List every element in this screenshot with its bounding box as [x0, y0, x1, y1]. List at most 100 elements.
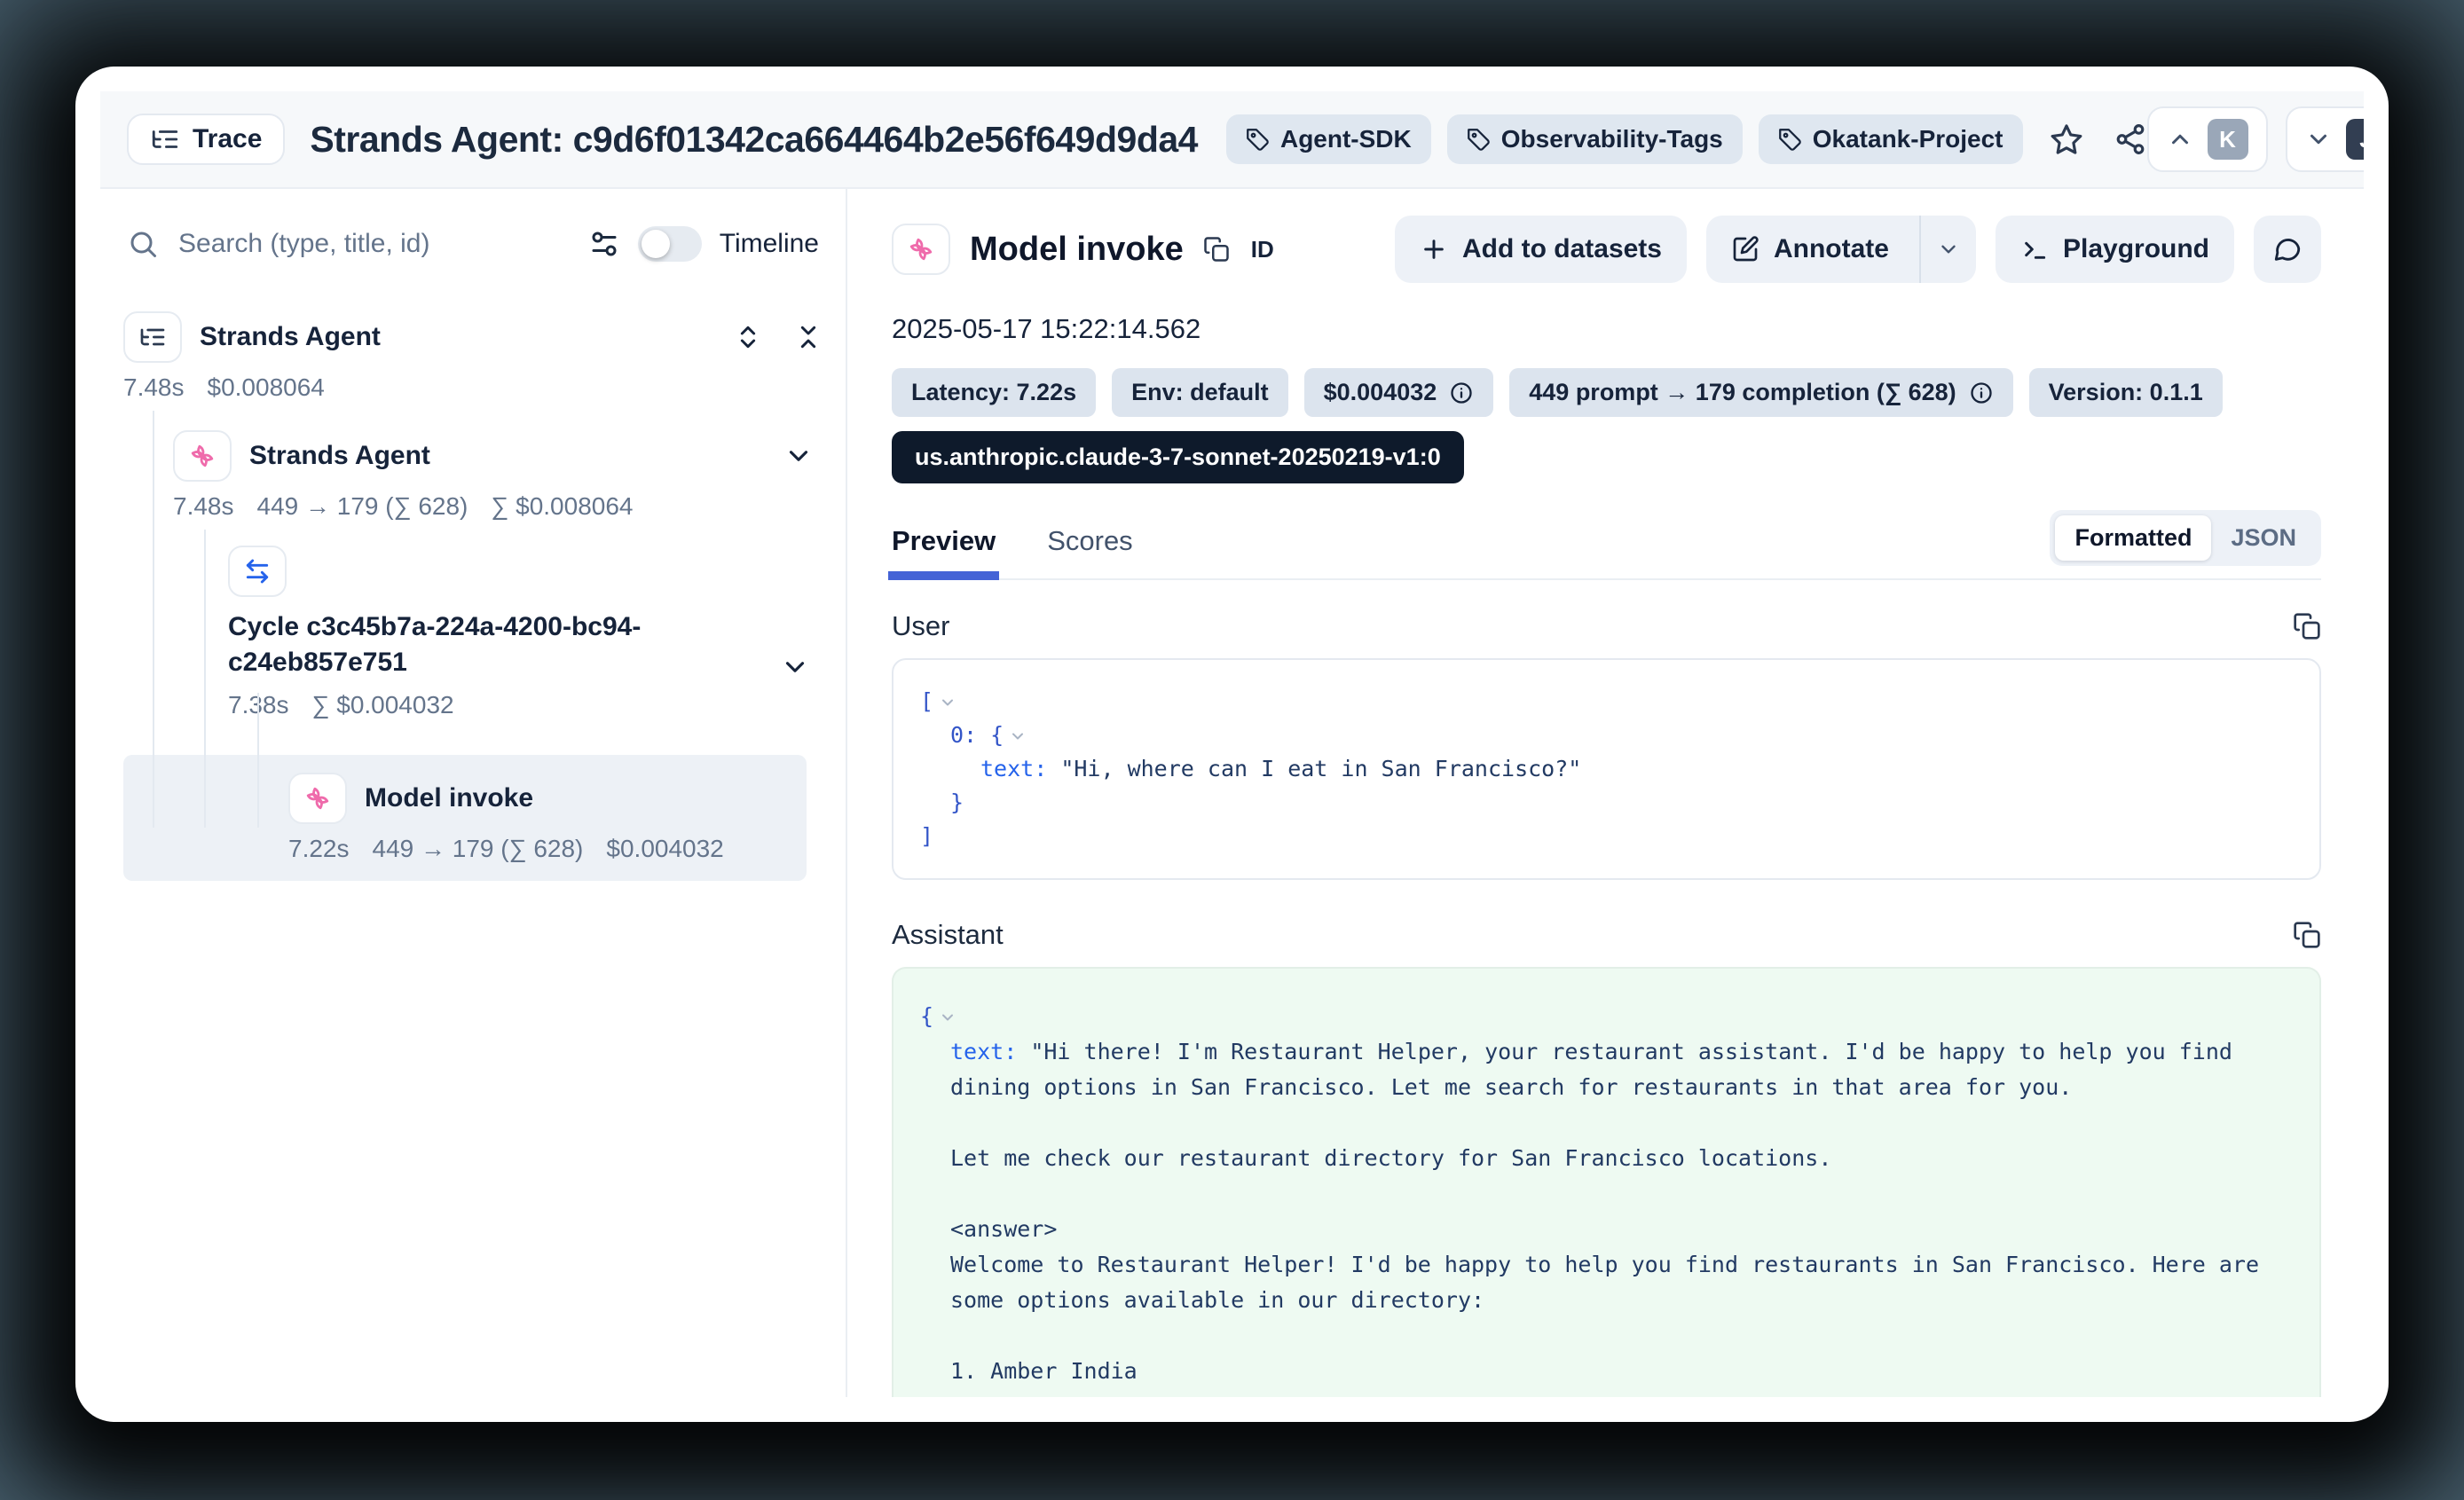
page-title: Strands Agent: c9d6f01342ca664464b2e56f6… [310, 119, 1198, 161]
collapse-all-icon[interactable] [794, 323, 823, 351]
tag-badge[interactable]: Okatank-Project [1759, 114, 2023, 164]
node-cost: $0.004032 [606, 835, 723, 863]
chevron-up-icon [2167, 126, 2193, 153]
collapse-chevron-icon[interactable] [1009, 727, 1027, 745]
collapse-chevron-icon[interactable] [939, 1009, 956, 1026]
node-duration: 7.22s [288, 835, 350, 863]
tree-node-model-invoke-selected[interactable]: Model invoke 7.22s 449 → 179 (∑ 628) $0.… [123, 755, 807, 881]
model-name-badge[interactable]: us.anthropic.claude-3-7-sonnet-20250219-… [892, 431, 1464, 483]
tree-node-title: Model invoke [365, 783, 533, 813]
tab-preview[interactable]: Preview [892, 525, 996, 578]
app-window: Trace Strands Agent: c9d6f01342ca664464b… [75, 67, 2389, 1422]
prev-observation-button[interactable]: K [2147, 106, 2268, 172]
copy-icon[interactable] [2293, 921, 2321, 949]
add-to-datasets-button[interactable]: Add to datasets [1395, 216, 1687, 283]
trace-node-badge [123, 311, 182, 363]
annotate-dropdown-caret[interactable] [1919, 216, 1976, 283]
assistant-section-title: Assistant [892, 919, 1004, 951]
observation-tree: Strands Agent 7.48s $0.008064 [100, 311, 846, 881]
version-badge: Version: 0.1.1 [2029, 368, 2223, 417]
tree-node-title: Strands Agent [200, 322, 381, 352]
json-open-bracket: [ [920, 688, 933, 714]
comments-button[interactable] [2254, 216, 2321, 283]
tag-badge[interactable]: Agent-SDK [1226, 114, 1431, 164]
cycle-node-badge [228, 546, 287, 597]
env-badge: Env: default [1112, 368, 1288, 417]
next-observation-button[interactable]: J [2286, 106, 2365, 172]
node-tokens: 449 → 179 (∑ 628) [257, 492, 468, 521]
token-usage-badge[interactable]: 449 prompt → 179 completion (∑ 628) [1509, 368, 2012, 417]
node-duration: 7.48s [123, 373, 185, 402]
tag-label: Okatank-Project [1813, 125, 2003, 153]
tree-node-cycle[interactable]: Cycle c3c45b7a-224a-4200-bc94-c24eb857e7… [228, 546, 823, 719]
tag-badge[interactable]: Observability-Tags [1447, 114, 1743, 164]
observation-timestamp: 2025-05-17 15:22:14.562 [892, 313, 2321, 345]
collapse-chevron-icon[interactable] [939, 694, 956, 711]
filter-sliders-icon[interactable] [588, 228, 620, 260]
add-to-datasets-label: Add to datasets [1462, 234, 1662, 264]
generation-node-badge [288, 773, 347, 824]
share-icon[interactable] [2114, 122, 2147, 156]
json-close-bracket: ] [920, 823, 933, 849]
json-open-brace: { [920, 1003, 933, 1029]
format-option-formatted[interactable]: Formatted [2055, 515, 2211, 561]
node-cost: $0.008064 [208, 373, 325, 402]
agent-node-badge [173, 430, 232, 482]
tag-label: Agent-SDK [1280, 125, 1412, 153]
tree-node-agent[interactable]: Strands Agent 7.48s 449 → 179 (∑ 628) ∑ … [173, 430, 823, 521]
edit-pen-icon [1731, 235, 1759, 263]
star-icon[interactable] [2050, 122, 2083, 156]
copy-icon[interactable] [2293, 612, 2321, 640]
playground-button[interactable]: Playground [1996, 216, 2234, 283]
tree-guide-line [257, 693, 259, 828]
annotate-label: Annotate [1774, 234, 1889, 264]
json-key: text: [950, 1039, 1017, 1064]
tree-node-title: Cycle c3c45b7a-224a-4200-bc94-c24eb857e7… [228, 609, 752, 680]
pinwheel-icon [906, 234, 936, 264]
json-item-close: } [950, 789, 964, 815]
copy-id-icon[interactable] [1203, 236, 1230, 263]
observation-detail-panel: Model invoke ID Add to datasets Annotate [849, 189, 2364, 1397]
chevron-down-icon[interactable] [783, 441, 814, 471]
pinwheel-icon [303, 783, 333, 813]
tree-node-trace-root[interactable]: Strands Agent 7.48s $0.008064 [123, 311, 823, 402]
user-section-title: User [892, 610, 949, 642]
search-input[interactable] [177, 228, 571, 260]
generation-node-badge [892, 224, 950, 275]
info-icon [1449, 381, 1474, 405]
chevron-down-icon [2305, 126, 2332, 153]
list-tree-icon [138, 323, 167, 351]
tree-guide-line [204, 530, 206, 828]
observation-title: Model invoke [970, 231, 1184, 269]
info-icon [1969, 381, 1994, 405]
node-duration: 7.48s [173, 492, 234, 521]
format-toggle: Formatted JSON [2050, 510, 2321, 566]
node-cost: ∑ $0.008064 [491, 492, 633, 521]
tab-scores[interactable]: Scores [1047, 525, 1132, 578]
chevron-down-icon[interactable] [780, 652, 810, 682]
tag-icon [1246, 128, 1270, 152]
trace-detail-view: Trace Strands Agent: c9d6f01342ca664464b… [100, 91, 2364, 1397]
tag-icon [1467, 128, 1491, 152]
list-tree-icon [150, 124, 180, 154]
json-key: text: [980, 756, 1047, 781]
cost-badge[interactable]: $0.004032 [1304, 368, 1494, 417]
trace-tags: Agent-SDK Observability-Tags Okatank-Pro… [1226, 114, 2023, 164]
user-message-panel: [ 0: { text: "Hi, where can I eat in San… [892, 658, 2321, 880]
expand-all-icon[interactable] [734, 323, 762, 351]
latency-badge: Latency: 7.22s [892, 368, 1096, 417]
node-tokens: 449 → 179 (∑ 628) [373, 835, 584, 863]
trace-badge-label: Trace [193, 124, 262, 154]
plus-icon [1420, 235, 1448, 263]
json-item-open: 0: { [950, 722, 1004, 748]
format-option-json[interactable]: JSON [2211, 515, 2316, 561]
node-cost: ∑ $0.004032 [312, 691, 454, 719]
pinwheel-icon [187, 441, 217, 471]
assistant-message-panel: { text: "Hi there! I'm Restaurant Helper… [892, 967, 2321, 1397]
trace-header-bar: Trace Strands Agent: c9d6f01342ca664464b… [100, 91, 2364, 189]
timeline-toggle[interactable] [638, 226, 702, 262]
tag-label: Observability-Tags [1501, 125, 1723, 153]
id-label: ID [1251, 236, 1274, 263]
annotate-button[interactable]: Annotate [1706, 216, 1976, 283]
toggle-knob [642, 230, 670, 258]
